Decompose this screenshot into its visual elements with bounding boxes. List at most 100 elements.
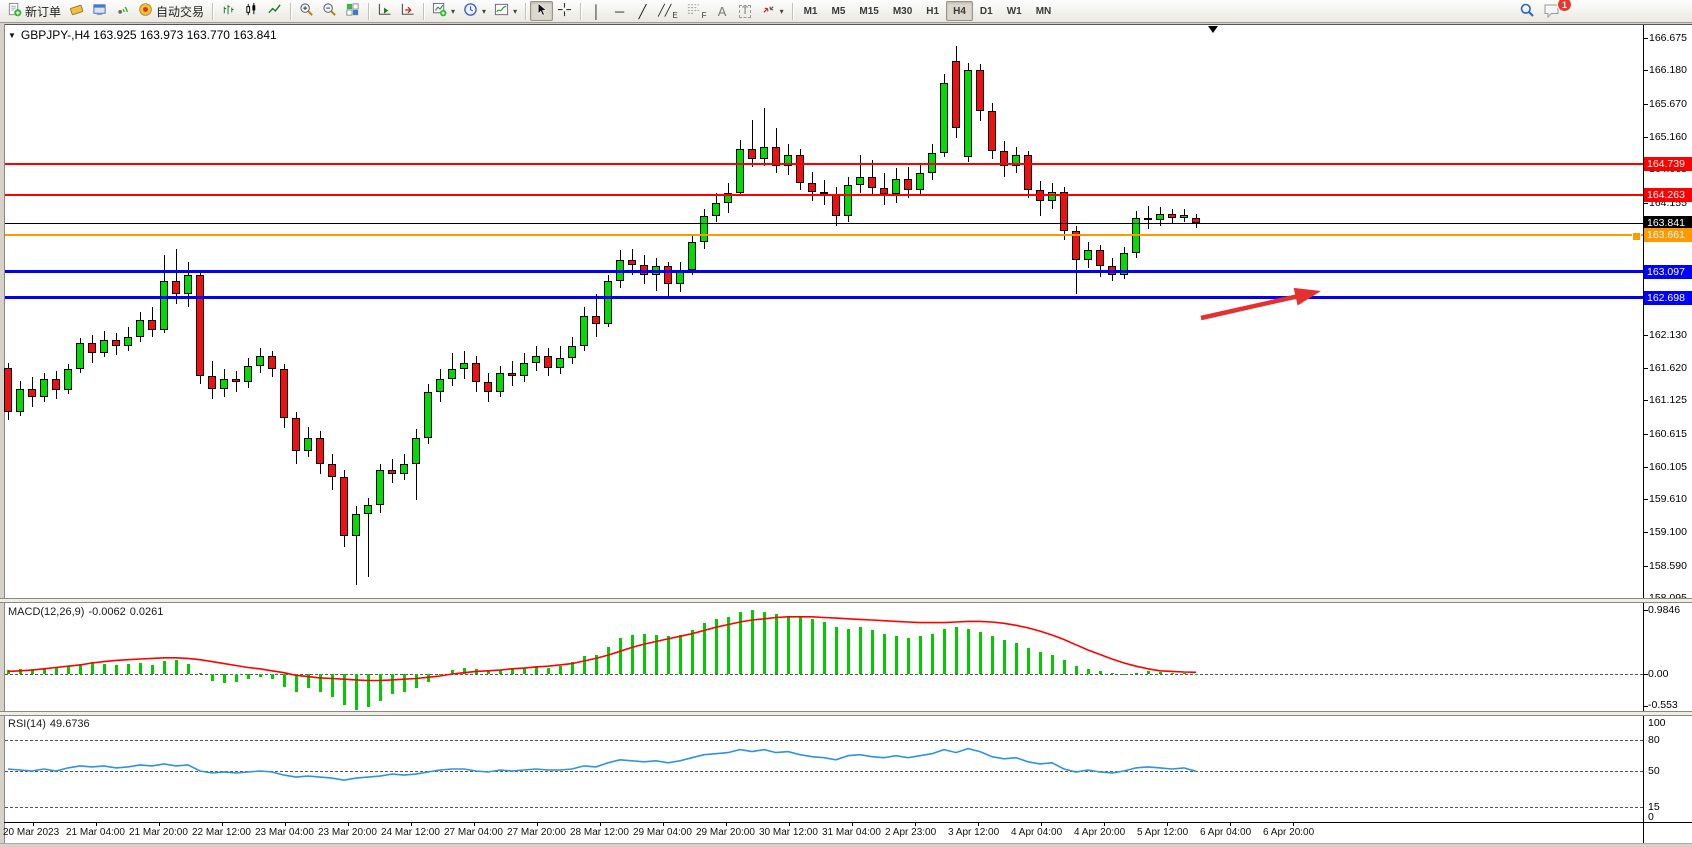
macd-bar: [163, 661, 166, 674]
fibonacci-button[interactable]: F: [682, 1, 711, 21]
macd-bar: [415, 674, 418, 688]
notification-badge[interactable]: 1: [1557, 0, 1572, 12]
macd-bar: [835, 627, 838, 674]
candle-body: [472, 363, 480, 383]
new-chart-button[interactable]: ▾: [428, 1, 459, 21]
zoom-out-button[interactable]: [318, 1, 341, 21]
macd-bar: [799, 617, 802, 674]
timeframe-H4[interactable]: H4: [946, 1, 973, 21]
zoom-in-button[interactable]: [295, 1, 318, 21]
text-label-button[interactable]: T: [734, 1, 757, 21]
tile-windows-button[interactable]: [341, 1, 364, 21]
chart-window[interactable]: ▼ GBPJPY-,H4 163.925 163.973 163.770 163…: [0, 23, 1692, 847]
timeframe-M1[interactable]: M1: [797, 1, 825, 21]
macd-bar: [187, 664, 190, 674]
macd-value: -0.0062: [88, 606, 125, 618]
cursor-button[interactable]: [530, 1, 553, 21]
rsi-name: RSI(14): [8, 718, 46, 730]
toolbar-separator: [290, 3, 291, 20]
macd-bar: [907, 638, 910, 674]
candle-body: [292, 418, 300, 451]
macd-bar: [367, 674, 370, 707]
candle-body: [40, 379, 48, 397]
chart-plot-background[interactable]: [4, 24, 1692, 845]
candle-body: [124, 337, 132, 347]
candle-body: [28, 389, 36, 397]
candle-body: [388, 470, 396, 473]
data-window-button[interactable]: [88, 1, 111, 21]
candlestick-chart-button[interactable]: [240, 1, 263, 21]
timeframe-D1[interactable]: D1: [973, 1, 1000, 21]
price-axis[interactable]: [1644, 25, 1692, 822]
candle-body: [880, 188, 888, 195]
timeframe-M5[interactable]: M5: [824, 1, 852, 21]
macd-bar: [43, 668, 46, 674]
macd-bar: [991, 636, 994, 674]
horizontal-line-button[interactable]: ─: [608, 1, 631, 21]
timeframe-W1[interactable]: W1: [1000, 1, 1029, 21]
macd-bar: [547, 668, 550, 675]
candle-body: [844, 185, 852, 216]
candle-body: [352, 514, 360, 536]
chart-shift-marker-icon[interactable]: [1208, 26, 1218, 33]
macd-bar: [115, 665, 118, 674]
equidistant-channel-button[interactable]: ╱╱E: [654, 1, 682, 21]
candle-body: [664, 266, 672, 284]
macd-bar: [79, 664, 82, 674]
macd-bar: [655, 635, 658, 674]
toolbar-separator: [423, 3, 424, 20]
collapse-triangle-icon[interactable]: ▼: [8, 31, 16, 40]
panel-separator[interactable]: [0, 711, 1692, 716]
rsi-value: 49.6736: [50, 718, 90, 730]
chart-shift-button[interactable]: [396, 1, 419, 21]
time-axis[interactable]: [4, 823, 1643, 843]
hline-163.841[interactable]: [5, 223, 1643, 224]
hline-163.097[interactable]: [5, 270, 1643, 273]
crosshair-button[interactable]: [553, 1, 576, 21]
macd-bar: [1195, 674, 1198, 675]
candle-body: [256, 356, 264, 366]
trendline-button[interactable]: ╱: [631, 1, 654, 21]
market-watch-button[interactable]: [65, 1, 88, 21]
candle-body: [952, 61, 960, 129]
auto-trading-button[interactable]: 自动交易: [134, 1, 208, 21]
timeframe-MN[interactable]: MN: [1029, 1, 1059, 21]
candle-body: [1180, 215, 1188, 218]
candle-body: [1096, 250, 1104, 266]
candle-body: [748, 149, 756, 159]
auto-scroll-button[interactable]: [373, 1, 396, 21]
macd-bar: [763, 612, 766, 674]
macd-zero-line: [5, 674, 1643, 675]
text-button[interactable]: A: [711, 1, 734, 21]
candle-body: [796, 155, 804, 183]
new-order-button[interactable]: 新订单: [3, 1, 65, 21]
hline-163.661[interactable]: [5, 234, 1643, 236]
panel-separator[interactable]: [0, 598, 1692, 603]
strategy-tester-button[interactable]: [111, 1, 134, 21]
candle-body: [76, 343, 84, 369]
timeframe-M30[interactable]: M30: [886, 1, 919, 21]
macd-bar: [535, 666, 538, 674]
templates-button[interactable]: ▾: [490, 1, 521, 21]
candle-body: [520, 363, 528, 376]
timeframe-H1[interactable]: H1: [919, 1, 946, 21]
macd-bar: [247, 674, 250, 679]
toolbar-separator: [792, 3, 793, 20]
line-chart-button[interactable]: [263, 1, 286, 21]
macd-bar: [1159, 672, 1162, 674]
bar-chart-button[interactable]: [217, 1, 240, 21]
search-button[interactable]: [1515, 1, 1539, 21]
hline-162.698[interactable]: [5, 296, 1643, 299]
timeframe-M15[interactable]: M15: [852, 1, 885, 21]
candle-body: [976, 70, 984, 111]
periods-button[interactable]: ▾: [459, 1, 490, 21]
hline-164.263[interactable]: [5, 194, 1643, 196]
candle-body: [832, 194, 840, 216]
vertical-line-icon: │: [593, 5, 601, 18]
hline-handle[interactable]: [1632, 232, 1641, 241]
macd-bar: [583, 656, 586, 674]
hline-164.739[interactable]: [5, 163, 1643, 165]
macd-bar: [355, 674, 358, 710]
arrows-tool-button[interactable]: ▾: [757, 1, 788, 21]
vertical-line-button[interactable]: │: [585, 1, 608, 21]
